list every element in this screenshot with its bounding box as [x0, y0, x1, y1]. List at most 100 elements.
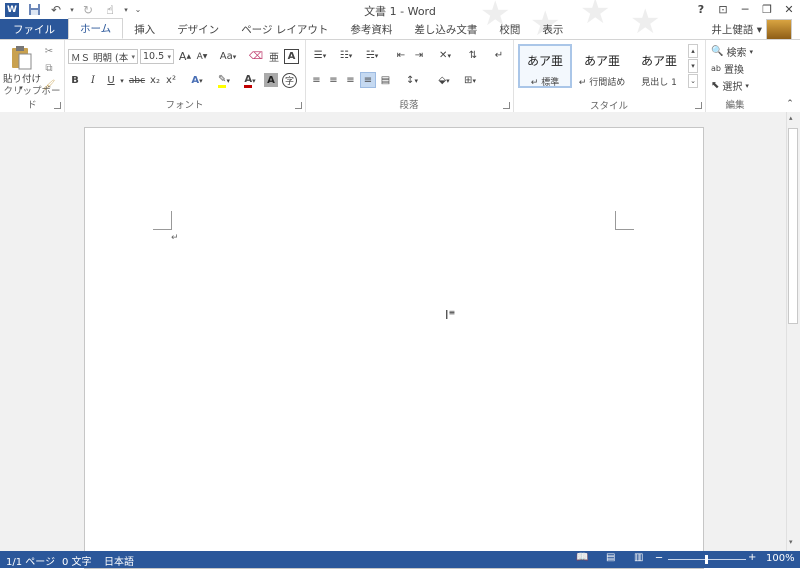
- italic-button[interactable]: I: [86, 73, 100, 88]
- justify-icon[interactable]: ≡: [360, 72, 376, 88]
- tab-design[interactable]: デザイン: [166, 19, 230, 39]
- grow-font-icon: A: [178, 50, 187, 63]
- styles-gallery: あア亜 ↵ 標準 あア亜 ↵ 行間詰め あア亜 見出し 1: [518, 44, 686, 90]
- font-size-combo[interactable]: 10.5 ▾: [140, 49, 174, 64]
- decrease-indent-icon[interactable]: ⇤: [393, 48, 409, 63]
- zoom-level[interactable]: 100%: [766, 553, 795, 564]
- replace-button[interactable]: ab 置換: [711, 61, 763, 76]
- style-sample: あア亜: [583, 54, 620, 68]
- style-name: ↵ 標準: [530, 78, 560, 88]
- title-bar: ★ ★ ★ ★ W ↶ ▾ ↻ ☝ ▾ ⌄ 文書 1 - Word ? ⊡ ─ …: [0, 0, 800, 40]
- style-sample: あア亜: [640, 54, 677, 68]
- dialog-launcher-icon[interactable]: [295, 102, 302, 109]
- styles-more-icon[interactable]: ⌄: [688, 74, 698, 88]
- bullets-icon[interactable]: ☰ ▾: [309, 48, 331, 63]
- tab-home[interactable]: ホーム: [68, 18, 124, 39]
- align-left-icon[interactable]: ≡: [309, 73, 324, 88]
- tab-page-layout[interactable]: ページ レイアウト: [230, 19, 339, 39]
- subscript-button[interactable]: x₂: [148, 73, 162, 88]
- find-button[interactable]: 🔍 検索 ▾: [711, 44, 763, 59]
- character-shading-icon[interactable]: A: [264, 73, 278, 87]
- avatar[interactable]: [766, 19, 792, 41]
- scrollbar-thumb[interactable]: [788, 128, 798, 324]
- copy-icon[interactable]: ⧉: [42, 61, 56, 75]
- phonetic-guide-icon[interactable]: 亜: [266, 49, 282, 64]
- margin-corner-mark-left: [153, 211, 172, 230]
- chevron-down-icon: ▾: [167, 52, 171, 61]
- close-button[interactable]: ✕: [778, 0, 800, 19]
- dialog-launcher-icon[interactable]: [503, 102, 510, 109]
- superscript-button[interactable]: x²: [164, 73, 178, 88]
- page-count[interactable]: 1/1 ページ: [6, 553, 55, 568]
- collapse-ribbon-icon[interactable]: ⌃: [784, 98, 796, 110]
- grow-font-button[interactable]: A ▲: [177, 49, 193, 64]
- bold-button[interactable]: B: [68, 73, 82, 88]
- styles-group-label: スタイル: [589, 101, 628, 112]
- zoom-in-button[interactable]: +: [748, 552, 756, 563]
- read-mode-icon[interactable]: 📖: [576, 552, 588, 563]
- dialog-launcher-icon[interactable]: [54, 102, 61, 109]
- borders-icon[interactable]: ⊞ ▾: [459, 73, 481, 88]
- show-paragraph-marks-icon[interactable]: ↵: [491, 48, 507, 63]
- asian-layout-icon[interactable]: ✕ ▾: [433, 48, 457, 63]
- print-layout-icon[interactable]: ▤: [606, 552, 615, 563]
- font-name-combo[interactable]: ＭＳ 明朝 (本 ▾: [68, 49, 138, 64]
- styles-scroll-down-icon[interactable]: ▾: [688, 59, 698, 73]
- align-right-icon[interactable]: ≡: [343, 73, 358, 88]
- style-no-spacing[interactable]: あア亜 ↵ 行間詰め: [575, 44, 629, 88]
- strikethrough-button[interactable]: abc: [128, 73, 146, 88]
- sort-icon[interactable]: ⇅: [465, 48, 481, 63]
- distributed-icon[interactable]: ▤: [378, 73, 393, 88]
- language-indicator[interactable]: 日本語: [104, 553, 134, 568]
- style-heading-1[interactable]: あア亜 見出し 1: [632, 44, 686, 88]
- zoom-slider-thumb[interactable]: [705, 555, 708, 564]
- help-button[interactable]: ?: [690, 0, 712, 19]
- character-border-icon[interactable]: A: [284, 49, 299, 64]
- underline-dropdown-icon[interactable]: ▾: [118, 73, 126, 88]
- enclose-characters-icon[interactable]: 字: [282, 73, 297, 88]
- tab-file[interactable]: ファイル: [0, 19, 68, 39]
- tab-review[interactable]: 校閲: [488, 19, 531, 39]
- chevron-down-icon: ▾: [131, 52, 135, 61]
- scroll-down-icon[interactable]: ▾: [789, 538, 793, 546]
- web-layout-icon[interactable]: ▥: [634, 552, 643, 563]
- ribbon-display-options-button[interactable]: ⊡: [712, 0, 734, 19]
- zoom-out-button[interactable]: ─: [656, 553, 662, 564]
- tab-view[interactable]: 表示: [531, 19, 574, 39]
- numbering-icon[interactable]: ☷ ▾: [335, 48, 357, 63]
- styles-scroll-up-icon[interactable]: ▴: [688, 44, 698, 58]
- replace-label: 置換: [723, 65, 744, 76]
- scroll-up-icon[interactable]: ▴: [789, 114, 793, 122]
- paste-icon[interactable]: [8, 44, 34, 72]
- underline-button[interactable]: U: [104, 73, 118, 88]
- style-normal[interactable]: あア亜 ↵ 標準: [518, 44, 572, 88]
- clear-formatting-icon[interactable]: ⌫: [248, 49, 264, 64]
- minimize-button[interactable]: ─: [734, 0, 756, 19]
- document-page[interactable]: ↵ I≡: [84, 127, 704, 569]
- user-account-name[interactable]: 井上健語 ▾: [711, 22, 762, 37]
- font-name-value: ＭＳ 明朝 (本: [71, 52, 129, 64]
- line-spacing-icon[interactable]: ↕ ▾: [401, 73, 423, 88]
- font-color-icon[interactable]: A ▾: [239, 73, 261, 88]
- shading-icon[interactable]: ⬙ ▾: [433, 73, 455, 88]
- change-case-button[interactable]: Aa ▾: [216, 49, 240, 64]
- shrink-font-button[interactable]: A ▼: [194, 49, 210, 64]
- font-group: ＭＳ 明朝 (本 ▾ 10.5 ▾ A ▲ A ▼ Aa ▾ ⌫ 亜 A B I U ▾ …: [64, 40, 306, 112]
- multilevel-list-icon[interactable]: ☵ ▾: [361, 48, 383, 63]
- tab-mailings[interactable]: 差し込み文書: [403, 19, 488, 39]
- align-center-icon[interactable]: ≡: [326, 73, 341, 88]
- restore-button[interactable]: ❐: [756, 0, 778, 19]
- tab-insert[interactable]: 挿入: [123, 19, 166, 39]
- word-count[interactable]: 0 文字: [62, 553, 92, 568]
- tab-references[interactable]: 参考資料: [339, 19, 403, 39]
- select-label: 選択: [722, 82, 743, 93]
- dialog-launcher-icon[interactable]: [695, 102, 702, 109]
- ribbon: 貼り付け ▾ ✂ ⧉ 🖌 クリップボード ＭＳ 明朝 (本 ▾ 10.5 ▾ A ▲ …: [0, 39, 800, 113]
- cut-icon[interactable]: ✂: [42, 44, 56, 58]
- select-button[interactable]: ⬉ 選択 ▾: [711, 78, 763, 93]
- highlight-color-icon[interactable]: ✎ ▾: [212, 73, 236, 88]
- change-case-icon: Aa: [219, 51, 233, 62]
- text-effects-icon[interactable]: A ▾: [186, 73, 208, 88]
- increase-indent-icon[interactable]: ⇥: [411, 48, 427, 63]
- search-icon: 🔍: [711, 46, 724, 57]
